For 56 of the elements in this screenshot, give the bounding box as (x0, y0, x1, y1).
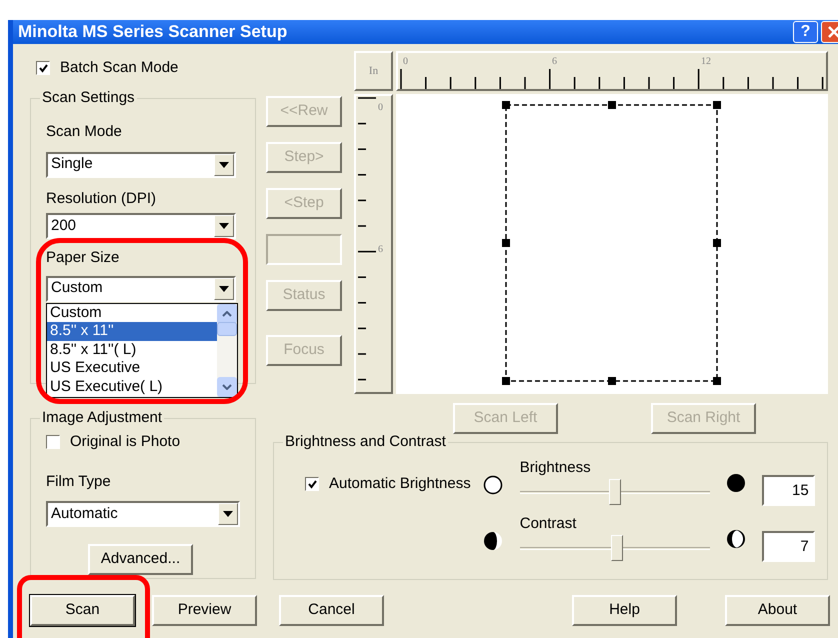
push-button[interactable]: Cancel (279, 595, 384, 626)
group-title: Brightness and Contrast (283, 432, 448, 452)
checkbox[interactable] (46, 435, 60, 450)
slider-thumb[interactable] (608, 479, 621, 505)
push-button[interactable]: Scan (30, 595, 135, 626)
ruler-number: 12 (701, 56, 711, 67)
checkmark-icon (38, 64, 48, 72)
ruler-number: 0 (378, 102, 383, 113)
list-option[interactable]: Custom (47, 304, 217, 322)
dropdown-field[interactable]: Custom (46, 276, 236, 302)
list-option[interactable]: US Executive( L) (47, 378, 217, 396)
ruler-number: 6 (378, 244, 383, 255)
help-button[interactable]: ? (793, 21, 818, 43)
checkbox[interactable] (305, 477, 319, 492)
value-field[interactable]: 15 (762, 474, 815, 506)
field-label: Film Type (46, 472, 112, 492)
scroll-up-icon[interactable] (217, 304, 237, 324)
slider-track[interactable] (520, 477, 710, 507)
slider-label: Contrast (520, 515, 578, 533)
field-label: Scan Mode (46, 122, 123, 142)
list-option[interactable]: 8.5'' x 11'' (47, 322, 217, 340)
empty-circle-icon (482, 475, 503, 495)
scan-area-selection[interactable] (502, 101, 722, 386)
list-option[interactable]: 8.5'' x 11''( L) (47, 340, 217, 359)
value-field[interactable]: 7 (762, 530, 815, 562)
scroll-down-icon[interactable] (217, 376, 237, 396)
dropdown-field[interactable]: Automatic (46, 501, 240, 527)
checkbox-label: Original is Photo (70, 432, 180, 452)
field-label: Resolution (DPI) (46, 188, 158, 208)
ruler-number: 0 (403, 56, 408, 67)
checkbox[interactable] (36, 61, 50, 75)
ruler-number: 6 (552, 56, 557, 67)
group-title: Scan Settings (40, 88, 137, 108)
checkmark-icon (308, 480, 316, 489)
close-icon (828, 26, 838, 38)
list-option[interactable]: US Executive (47, 359, 217, 378)
half-circle-icon (482, 531, 503, 551)
slider-thumb[interactable] (610, 535, 623, 561)
group-title: Image Adjustment (40, 408, 164, 428)
checkbox-label: Batch Scan Mode (60, 58, 178, 78)
push-button[interactable]: Preview (152, 595, 257, 626)
push-button[interactable]: Help (572, 595, 677, 626)
slider-label: Brightness (520, 459, 592, 477)
window-title: Minolta MS Series Scanner Setup (18, 21, 288, 44)
dropdown-field[interactable]: Single (46, 152, 236, 178)
filled-circle-icon (726, 473, 746, 493)
scroll-thumb[interactable] (217, 322, 237, 336)
ruler-unit: In (354, 51, 393, 91)
field-label: Paper Size (46, 248, 120, 268)
slider-track[interactable] (520, 533, 710, 563)
dropdown-field[interactable]: 200 (46, 213, 236, 239)
push-button[interactable]: About (725, 595, 830, 626)
crescent-icon (726, 529, 746, 549)
scrollbar[interactable] (217, 304, 237, 396)
push-button[interactable]: Advanced... (88, 544, 193, 575)
checkbox-label: Automatic Brightness (329, 474, 471, 494)
